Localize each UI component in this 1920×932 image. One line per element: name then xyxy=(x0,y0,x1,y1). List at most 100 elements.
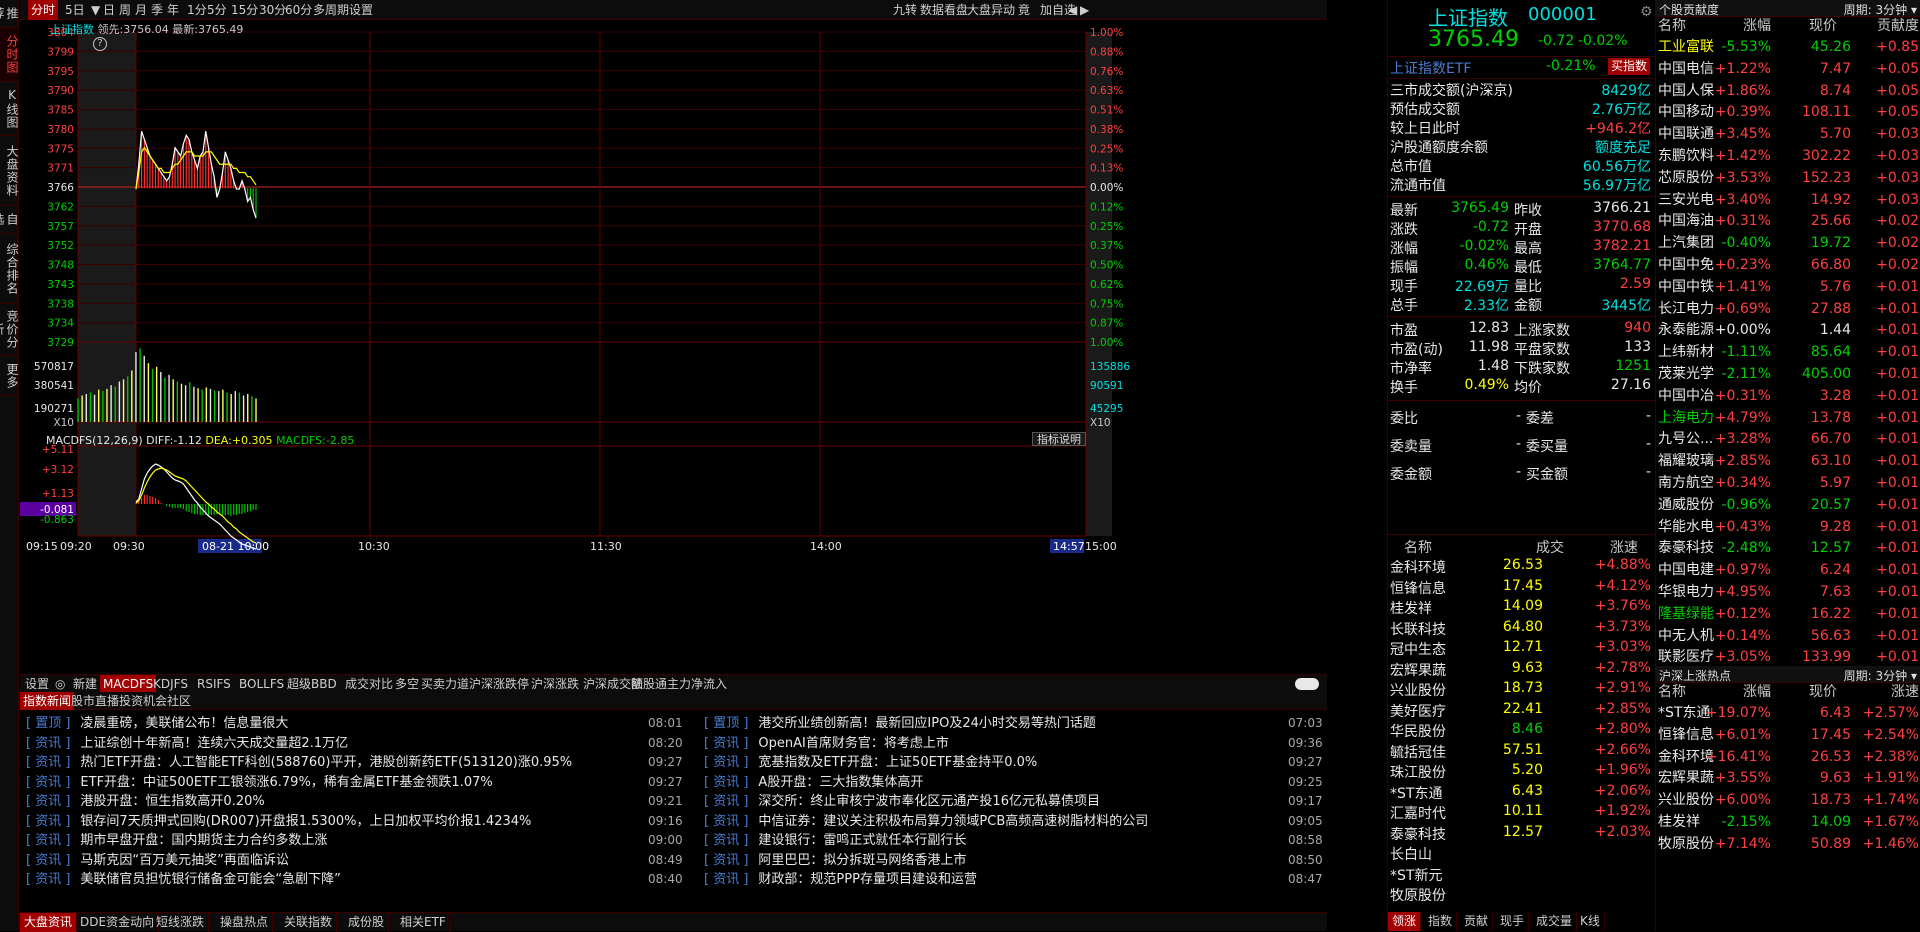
gear-icon[interactable]: ⚙ xyxy=(1640,4,1653,20)
stock-name[interactable]: *ST东通 xyxy=(1390,783,1442,803)
news-item[interactable]: [ 资讯 ] 港股开盘：恒生指数高开0.20% xyxy=(26,792,638,812)
bottom-tab[interactable]: 短线涨跌 xyxy=(152,913,210,932)
col-header[interactable]: 涨速 xyxy=(1891,682,1919,704)
news-item[interactable]: [ 资讯 ] 深交所：终止审核宁波市奉化区元通产投16亿元私募债项目 xyxy=(704,792,1278,812)
toolbar-tab[interactable]: 设置 xyxy=(346,0,376,20)
indicator-tab[interactable]: MACDFS xyxy=(100,675,157,693)
indicator-tab[interactable]: BOLLFS xyxy=(236,675,287,693)
stock-name[interactable]: 永泰能源 xyxy=(1658,320,1714,342)
contribution-row[interactable]: 工业富联 -5.53% 45.26 +0.85 xyxy=(1656,37,1920,59)
news-title[interactable]: 期市早盘开盘：国内期货主力合约多数上涨 xyxy=(80,833,327,848)
news-item[interactable]: [ 资讯 ] 美联储官员担忧银行储备金可能会“急剧下降” xyxy=(26,870,638,890)
stock-name[interactable]: 茂莱光学 xyxy=(1658,364,1714,386)
news-item[interactable]: [ 资讯 ] 财政部：规范PPP存量项目建设和运营 xyxy=(704,870,1278,890)
stock-name[interactable]: 中无人机 xyxy=(1658,626,1714,648)
bottom-tab[interactable]: DDE资金动向 xyxy=(76,913,160,932)
stock-name[interactable]: 兴业股份 xyxy=(1658,790,1714,812)
indicator-tab[interactable]: 沪深涨跌停 xyxy=(466,675,532,693)
sidebar-tab[interactable]: K线图 xyxy=(0,82,19,136)
news-title[interactable]: 马斯克因“百万美元抽奖”再面临诉讼 xyxy=(80,853,288,868)
contribution-row[interactable]: 永泰能源 +0.00% 1.44 +0.01 xyxy=(1656,320,1920,342)
stock-name[interactable]: 牧原股份 xyxy=(1390,885,1446,905)
bottom-tab[interactable]: 关联指数 xyxy=(280,913,338,932)
contribution-row[interactable]: 中国电信 +1.22% 7.47 +0.05 xyxy=(1656,59,1920,81)
toolbar-right-button[interactable]: ▶ xyxy=(1077,0,1092,20)
news-item[interactable]: [ 资讯 ] 阿里巴巴：拟分拆斑马网络香港上市 xyxy=(704,851,1278,871)
stock-name[interactable]: 福耀玻璃 xyxy=(1658,451,1714,473)
contribution-row[interactable]: 九号公... +3.28% 66.70 +0.01 xyxy=(1656,429,1920,451)
indicator-tab[interactable]: 新建 xyxy=(70,675,100,693)
quote-tab[interactable]: K线 xyxy=(1576,912,1605,931)
contribution-row[interactable]: 芯原股份 +3.53% 152.23 +0.03 xyxy=(1656,168,1920,190)
contribution-row[interactable]: 长江电力 +0.69% 27.88 +0.01 xyxy=(1656,299,1920,321)
quote-tab[interactable]: 领涨 xyxy=(1388,912,1422,931)
contribution-row[interactable]: 中国中冶 +0.31% 3.28 +0.01 xyxy=(1656,386,1920,408)
news-title[interactable]: 宽基指数及ETF开盘：上证50ETF基金持平0.0% xyxy=(758,755,1037,770)
contribution-row[interactable]: 上汽集团 -0.40% 19.72 +0.02 xyxy=(1656,233,1920,255)
contribution-row[interactable]: 中无人机 +0.14% 56.63 +0.01 xyxy=(1656,626,1920,648)
quote-tab[interactable]: 指数 xyxy=(1424,912,1458,931)
contribution-row[interactable]: 华银电力 +4.95% 7.63 +0.01 xyxy=(1656,582,1920,604)
hot-stock-row[interactable]: 牧原股份 +7.14% 50.89 +1.46% xyxy=(1656,834,1920,856)
news-tab[interactable]: 社区 xyxy=(164,692,194,710)
quote-tab[interactable]: 现手 xyxy=(1496,912,1530,931)
chart-canvas[interactable]: 3804 1.00%3799 0.88%3795 0.76%3790 0.63%3785… xyxy=(20,20,1327,678)
news-tab[interactable]: 投资机会 xyxy=(116,692,170,710)
stock-name[interactable]: 宏辉果蔬 xyxy=(1658,768,1714,790)
news-title[interactable]: 建设银行：雷鸣正式就任本行副行长 xyxy=(758,833,966,848)
stock-name[interactable]: 中国中免 xyxy=(1658,255,1714,277)
stock-name[interactable]: 上纬新材 xyxy=(1658,342,1714,364)
stock-name[interactable]: 珠江股份 xyxy=(1390,762,1446,782)
stock-name[interactable]: 泰豪科技 xyxy=(1658,538,1714,560)
stock-name[interactable]: 美好医疗 xyxy=(1390,701,1446,721)
news-title[interactable]: 深交所：终止审核宁波市奉化区元通产投16亿元私募债项目 xyxy=(758,794,1100,809)
stock-name[interactable]: 上海电力 xyxy=(1658,408,1714,430)
stock-name[interactable]: 冠中生态 xyxy=(1390,639,1446,659)
stock-name[interactable]: 长白山 xyxy=(1390,844,1432,864)
sidebar-tab[interactable]: 分时图 xyxy=(0,28,19,82)
news-tab[interactable]: 指数新闻 xyxy=(20,692,75,710)
news-title[interactable]: 上证综创十年新高！连续六天成交量超2.1万亿 xyxy=(80,736,348,751)
stock-name[interactable]: *ST东通 xyxy=(1658,703,1710,725)
toolbar-tab[interactable]: 5日 xyxy=(62,0,88,20)
news-title[interactable]: OpenAI首席财务官：将考虑上市 xyxy=(758,736,948,751)
indicator-tab[interactable]: 陆股通主力净流入 xyxy=(628,675,730,693)
contribution-row[interactable]: 东鹏饮料 +1.42% 302.22 +0.03 xyxy=(1656,146,1920,168)
bottom-tab[interactable]: 相关ETF xyxy=(396,913,451,932)
stock-name[interactable]: 华民股份 xyxy=(1390,721,1446,741)
contribution-row[interactable]: 三安光电 +3.40% 14.92 +0.03 xyxy=(1656,190,1920,212)
quote-tab[interactable]: 贡献 xyxy=(1460,912,1494,931)
col-header[interactable]: 贡献度 xyxy=(1877,16,1919,38)
help-icon[interactable]: ? xyxy=(93,37,107,51)
quote-tab[interactable]: 成交量 xyxy=(1532,912,1578,931)
toolbar-right-button[interactable]: 竟 xyxy=(1015,0,1033,20)
contribution-row[interactable]: 泰豪科技 -2.48% 12.57 +0.01 xyxy=(1656,538,1920,560)
stock-name[interactable]: 毓括冠佳 xyxy=(1390,742,1446,762)
stock-name[interactable]: 汇嘉时代 xyxy=(1390,803,1446,823)
indicator-tab[interactable]: 沪深涨跌 xyxy=(528,675,582,693)
sidebar-tab[interactable]: 大盘资料 xyxy=(0,136,19,206)
stock-name[interactable]: 芯原股份 xyxy=(1658,168,1714,190)
hot-stock-row[interactable]: 宏辉果蔬 +3.55% 9.63 +1.91% xyxy=(1656,768,1920,790)
contribution-row[interactable]: 中国中免 +0.23% 66.80 +0.02 xyxy=(1656,255,1920,277)
indicator-tab[interactable]: KDJFS xyxy=(150,675,191,693)
toolbar-tab[interactable]: 5分 xyxy=(204,0,230,20)
stock-name[interactable]: 华银电力 xyxy=(1658,582,1714,604)
hot-stock-row[interactable]: 恒锋信息 +6.01% 17.45 +2.54% xyxy=(1656,725,1920,747)
stock-name[interactable]: 恒锋信息 xyxy=(1658,725,1714,747)
indicator-tab[interactable]: ◎ xyxy=(52,675,68,693)
news-item[interactable]: [ 资讯 ] 建设银行：雷鸣正式就任本行副行长 xyxy=(704,831,1278,851)
contribution-row[interactable]: 中国人保 +1.86% 8.74 +0.05 xyxy=(1656,81,1920,103)
news-item[interactable]: [ 资讯 ] 马斯克因“百万美元抽奖”再面临诉讼 xyxy=(26,851,638,871)
stock-name[interactable]: 桂发祥 xyxy=(1390,598,1432,618)
contribution-row[interactable]: 隆基绿能 +0.12% 16.22 +0.01 xyxy=(1656,604,1920,626)
news-title[interactable]: 银存间7天质押式回购(DR007)开盘报1.5300%，上日加权平均价报1.42… xyxy=(80,814,531,829)
contribution-row[interactable]: 中国海油 +0.31% 25.66 +0.02 xyxy=(1656,211,1920,233)
news-item[interactable]: [ 资讯 ] 热门ETF开盘：人工智能ETF科创(588760)平开，港股创新药E… xyxy=(26,753,638,773)
stock-name[interactable]: 华能水电 xyxy=(1658,517,1714,539)
sidebar-tab[interactable]: 更多 xyxy=(0,356,19,396)
toolbar-right-button[interactable]: 数据看盘 xyxy=(917,0,971,20)
bottom-tab[interactable]: 大盘资讯 xyxy=(20,913,78,932)
stock-name[interactable]: 兴业股份 xyxy=(1390,680,1446,700)
news-title[interactable]: 港股开盘：恒生指数高开0.20% xyxy=(80,794,264,809)
